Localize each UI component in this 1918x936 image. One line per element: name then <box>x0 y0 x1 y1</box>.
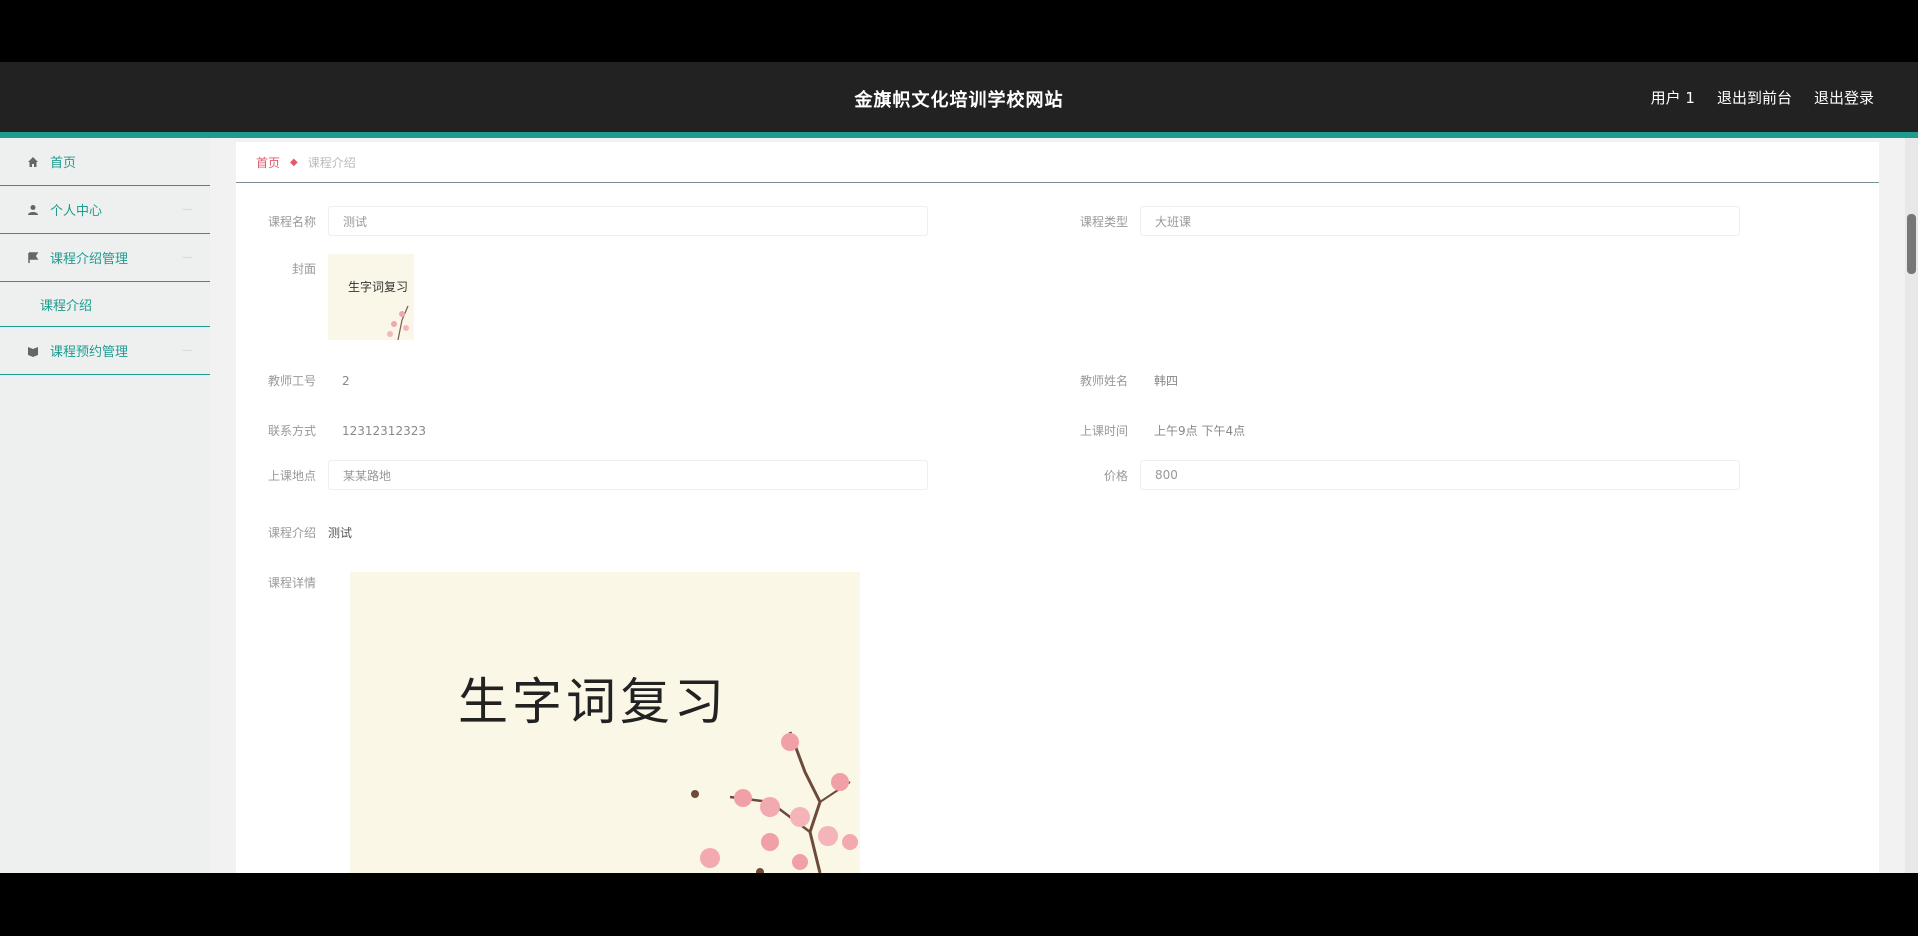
teacher-no-row: 教师工号 2 <box>236 372 350 389</box>
blossom-decoration-icon <box>387 305 409 340</box>
class-time-value: 上午9点 下午4点 <box>1154 424 1246 438</box>
breadcrumb-separator-icon: ◆ <box>290 156 298 168</box>
logout-link[interactable]: 退出登录 <box>1814 87 1874 108</box>
breadcrumb: 首页 ◆ 课程介绍 <box>236 142 1879 183</box>
intro-row: 课程介绍 测试 <box>236 524 352 541</box>
location-field[interactable]: 某某路地 <box>328 460 928 490</box>
price-row: 价格 800 <box>1048 460 1740 490</box>
location-label: 上课地点 <box>267 468 316 483</box>
price-label: 价格 <box>1103 468 1128 483</box>
course-type-row: 课程类型 大班课 <box>1048 206 1740 236</box>
back-to-front-link[interactable]: 退出到前台 <box>1717 87 1792 108</box>
sidebar-item-label: 课程预约管理 <box>50 345 129 360</box>
cover-row: 封面 生字词复习 <box>236 254 414 340</box>
letterbox-top <box>0 0 1918 62</box>
sidebar-item-booking-manage[interactable]: 课程预约管理 — <box>0 327 210 375</box>
contact-row: 联系方式 12312312323 <box>236 422 426 439</box>
detail-row: 课程详情 <box>236 574 328 591</box>
sidebar: 首页 个人中心 — 课程介绍管理 — 课程介绍 课程预约管理 — <box>0 138 210 873</box>
teacher-no-label: 教师工号 <box>267 374 316 388</box>
class-time-label: 上课时间 <box>1079 424 1128 438</box>
breadcrumb-current: 课程介绍 <box>307 155 356 170</box>
detail-label: 课程详情 <box>267 576 316 590</box>
chevron-icon: — <box>182 204 192 215</box>
cover-thumbnail[interactable]: 生字词复习 <box>328 254 414 340</box>
course-detail-image: 生字词复习 <box>350 572 860 873</box>
teacher-name-value: 韩四 <box>1154 374 1179 388</box>
intro-label: 课程介绍 <box>267 526 316 540</box>
course-type-field[interactable]: 大班课 <box>1140 206 1740 236</box>
sidebar-item-label: 课程介绍 <box>40 298 93 314</box>
plum-blossom-icon <box>691 731 858 873</box>
chevron-icon: — <box>182 252 192 263</box>
contact-label: 联系方式 <box>267 424 316 438</box>
sidebar-item-label: 首页 <box>50 156 77 171</box>
course-name-row: 课程名称 测试 <box>236 206 928 236</box>
letterbox-bottom <box>0 873 1918 936</box>
intro-value: 测试 <box>328 526 353 540</box>
location-row: 上课地点 某某路地 <box>236 460 928 490</box>
price-field[interactable]: 800 <box>1140 460 1740 490</box>
vertical-scrollbar[interactable] <box>1905 138 1918 873</box>
teacher-no-value: 2 <box>342 373 350 388</box>
breadcrumb-home[interactable]: 首页 <box>256 154 280 171</box>
cover-label: 封面 <box>291 262 316 276</box>
content-viewport: 首页 个人中心 — 课程介绍管理 — 课程介绍 课程预约管理 — 首页 ◆ 课程… <box>0 138 1918 873</box>
main-panel: 首页 ◆ 课程介绍 课程名称 测试 课程类型 大班课 封面 生字词复习 教师工号… <box>236 142 1879 873</box>
teacher-name-row: 教师姓名 韩四 <box>1048 372 1178 389</box>
sidebar-item-home[interactable]: 首页 <box>0 138 210 186</box>
course-name-field[interactable]: 测试 <box>328 206 928 236</box>
sidebar-item-label: 课程介绍管理 <box>50 252 129 267</box>
sidebar-item-course-manage[interactable]: 课程介绍管理 — <box>0 234 210 282</box>
sidebar-item-label: 个人中心 <box>50 204 103 219</box>
sidebar-item-profile[interactable]: 个人中心 — <box>0 186 210 234</box>
scrollbar-thumb[interactable] <box>1907 214 1916 274</box>
contact-value: 12312312323 <box>342 423 426 438</box>
teacher-name-label: 教师姓名 <box>1079 374 1128 388</box>
course-type-label: 课程类型 <box>1079 214 1128 229</box>
course-name-label: 课程名称 <box>267 214 316 229</box>
chevron-icon: — <box>182 345 192 356</box>
book-icon <box>26 344 40 358</box>
home-icon <box>26 155 40 169</box>
header-links: 用户 1 退出到前台 退出登录 <box>1651 87 1874 108</box>
user-link[interactable]: 用户 1 <box>1651 87 1695 108</box>
user-icon <box>26 203 40 217</box>
flag-icon <box>26 251 40 265</box>
class-time-row: 上课时间 上午9点 下午4点 <box>1048 422 1245 439</box>
site-title: 金旗帜文化培训学校网站 <box>854 90 1064 111</box>
sidebar-subitem-course-intro[interactable]: 课程介绍 <box>0 282 210 327</box>
